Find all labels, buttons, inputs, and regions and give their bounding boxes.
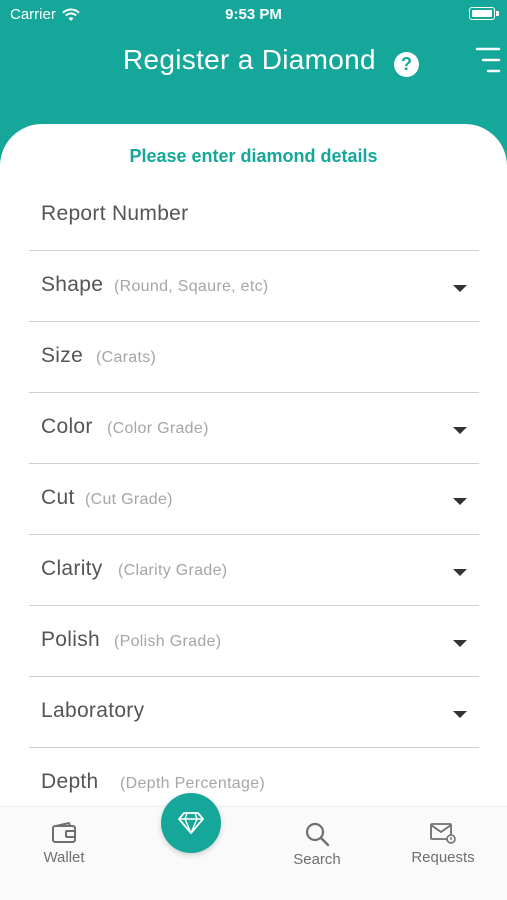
field-label: Depth — [41, 770, 99, 793]
status-time: 9:53 PM — [225, 6, 282, 23]
clarity-dropdown[interactable]: Clarity (Clarity Grade) — [29, 535, 479, 606]
field-hint: (Color Grade) — [107, 420, 209, 437]
tab-bar: Wallet Search Requests — [0, 806, 507, 900]
field-label: Size — [41, 344, 84, 367]
cut-dropdown[interactable]: Cut (Cut Grade) — [29, 464, 479, 535]
polish-dropdown[interactable]: Polish (Polish Grade) — [29, 606, 479, 677]
dropdown-arrow-icon — [453, 427, 467, 434]
field-hint: (Cut Grade) — [85, 491, 173, 508]
search-icon — [305, 822, 330, 847]
status-bar: Carrier 9:53 PM — [0, 0, 507, 30]
field-label: Laboratory — [41, 699, 145, 722]
tab-search[interactable]: Search — [267, 821, 367, 868]
dropdown-arrow-icon — [453, 640, 467, 647]
tab-wallet[interactable]: Wallet — [14, 821, 114, 866]
field-label: Cut — [41, 486, 75, 509]
tab-requests[interactable]: Requests — [393, 821, 493, 866]
size-field[interactable]: Size (Carats) — [29, 322, 479, 393]
dropdown-arrow-icon — [453, 569, 467, 576]
menu-icon[interactable] — [474, 46, 502, 74]
report-number-field[interactable]: Report Number — [29, 180, 479, 251]
shape-dropdown[interactable]: Shape (Round, Sqaure, etc) — [29, 251, 479, 322]
form-subtitle: Please enter diamond details — [129, 146, 378, 166]
tab-label: Wallet — [43, 849, 85, 866]
dropdown-arrow-icon — [453, 498, 467, 505]
field-label: Clarity — [41, 557, 103, 580]
mail-icon — [430, 823, 456, 844]
title-row: Register a Diamond ? — [0, 40, 507, 86]
field-hint: (Clarity Grade) — [118, 562, 228, 579]
question-circle-icon[interactable]: ? — [394, 52, 419, 77]
field-hint: (Polish Grade) — [114, 633, 222, 650]
wallet-icon — [52, 821, 76, 843]
tab-label: Search — [293, 851, 341, 868]
field-label: Report Number — [41, 202, 189, 225]
battery-icon — [469, 7, 499, 20]
field-hint: (Round, Sqaure, etc) — [114, 278, 269, 295]
field-hint: (Depth Percentage) — [120, 775, 266, 792]
field-label: Shape — [41, 273, 104, 296]
register-diamond-button[interactable] — [161, 793, 221, 853]
page-title: Register a Diamond — [123, 44, 376, 75]
field-label: Polish — [41, 628, 100, 651]
field-hint: (Carats) — [96, 349, 157, 366]
diamond-icon — [178, 812, 204, 834]
dropdown-arrow-icon — [453, 711, 467, 718]
color-dropdown[interactable]: Color (Color Grade) — [29, 393, 479, 464]
dropdown-arrow-icon — [453, 285, 467, 292]
laboratory-dropdown[interactable]: Laboratory — [29, 677, 479, 748]
field-label: Color — [41, 415, 93, 438]
form-card: Please enter diamond details Report Numb… — [0, 124, 507, 824]
tab-label: Requests — [411, 849, 475, 866]
